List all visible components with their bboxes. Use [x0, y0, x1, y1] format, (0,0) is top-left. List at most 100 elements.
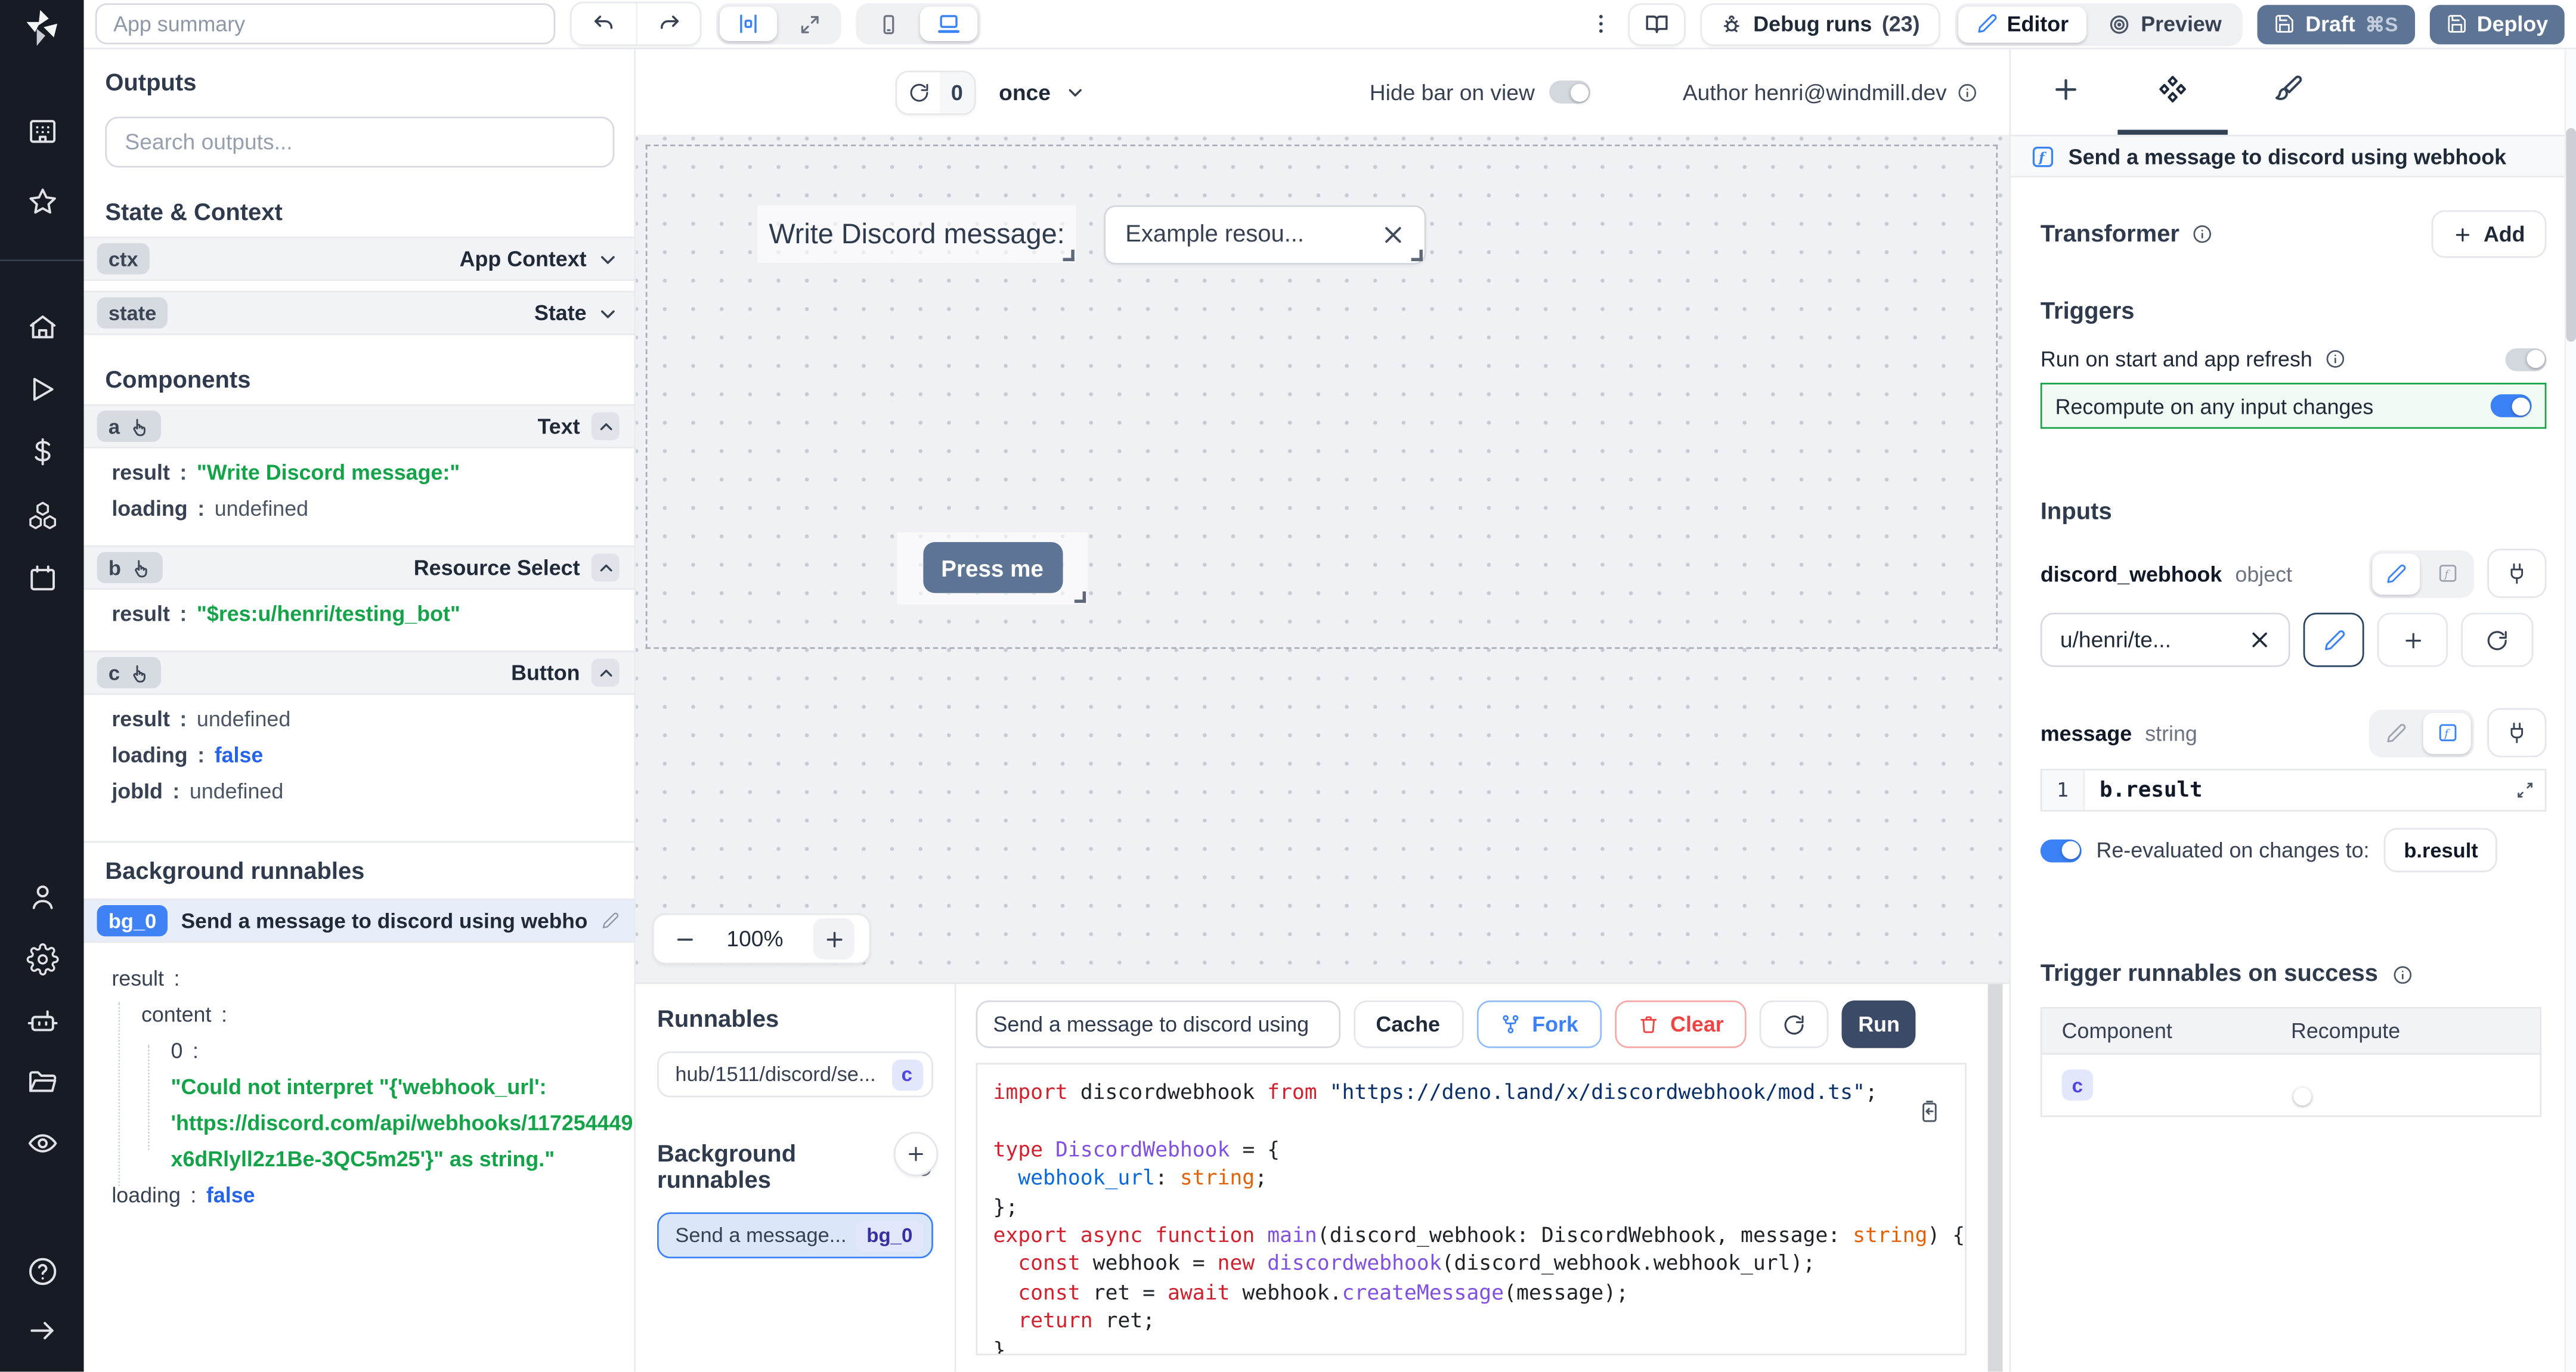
cache-button[interactable]: Cache — [1353, 1001, 1463, 1048]
redo-button[interactable] — [636, 4, 699, 45]
app-summary-input[interactable] — [95, 4, 555, 45]
clear-button[interactable]: Clear — [1614, 1001, 1747, 1048]
zoom-out-icon[interactable] — [674, 927, 697, 950]
expand-editor-button[interactable] — [2507, 772, 2543, 809]
component-row-a[interactable]: aText — [84, 404, 634, 448]
edit-resource-button[interactable] — [2303, 613, 2364, 667]
docs-button[interactable] — [1628, 2, 1686, 45]
info-icon[interactable] — [2391, 964, 2413, 985]
editor-scrollbar[interactable] — [1988, 984, 2003, 1372]
windmill-logo-icon[interactable] — [21, 7, 63, 48]
code-editor[interactable]: import discordwebhook from "https://deno… — [975, 1063, 1967, 1355]
help-icon[interactable] — [26, 1255, 58, 1288]
line-number: 1 — [2042, 770, 2085, 810]
info-icon[interactable] — [2191, 224, 2212, 245]
refresh-resource-button[interactable] — [2461, 613, 2533, 667]
add-label: Add — [2484, 222, 2525, 246]
eval-mode-button[interactable]: f — [2423, 712, 2471, 753]
settings-gear-icon[interactable] — [26, 943, 58, 975]
frequency-dropdown[interactable]: once — [999, 80, 1085, 104]
add-background-runnable-button[interactable] — [893, 1132, 937, 1176]
button-component[interactable]: Press me — [897, 532, 1088, 605]
edit-pencil-icon[interactable] — [601, 912, 619, 930]
styling-brush-tab[interactable] — [2272, 74, 2303, 105]
message-expression-editor[interactable]: 1 b.result — [2041, 769, 2547, 812]
info-icon[interactable] — [2324, 348, 2345, 370]
property-key: loading — [112, 742, 187, 767]
workers-robot-icon[interactable] — [26, 1005, 58, 1038]
collapse-arrow-icon[interactable] — [26, 1314, 58, 1347]
home-icon[interactable] — [26, 311, 58, 343]
collapse-button[interactable] — [592, 553, 620, 581]
runnable-item[interactable]: hub/1511/discord/se... c — [657, 1051, 932, 1097]
refresh-count-button[interactable]: 0 — [896, 70, 976, 114]
static-mode-button[interactable] — [2372, 553, 2420, 594]
tab-preview[interactable]: Preview — [2090, 6, 2240, 42]
resource-select-component[interactable]: Example resou... — [1104, 205, 1426, 264]
hide-bar-toggle[interactable] — [1550, 80, 1591, 104]
clear-resource-icon[interactable] — [2249, 629, 2271, 651]
reload-script-button[interactable] — [1760, 1001, 1829, 1048]
undo-button[interactable] — [572, 4, 636, 45]
reeval-toggle[interactable] — [2041, 838, 2082, 862]
output-row-state[interactable]: stateState — [84, 291, 634, 335]
component-type-label: Text — [538, 414, 580, 438]
window-scrollbar[interactable] — [2565, 49, 2576, 1372]
press-me-button[interactable]: Press me — [922, 542, 1062, 593]
add-transformer-button[interactable]: Add — [2431, 210, 2547, 258]
add-resource-button[interactable] — [2377, 613, 2448, 667]
property-colon: : — [179, 460, 187, 484]
reeval-target-chip[interactable]: b.result — [2384, 828, 2498, 872]
eval-mode-button[interactable]: f — [2423, 553, 2471, 594]
debug-runs-button[interactable]: Debug runs (23) — [1701, 2, 1939, 45]
folders-icon[interactable] — [26, 1066, 58, 1099]
deploy-button[interactable]: Deploy — [2429, 4, 2565, 44]
runs-play-icon[interactable] — [26, 373, 58, 405]
component-settings-tab[interactable] — [2156, 74, 2190, 109]
app-canvas[interactable]: Write Discord message: Example resou... … — [636, 135, 2009, 983]
output-property: 'https://discord.com/api/webhooks/117254… — [112, 1110, 618, 1135]
resources-boxes-icon[interactable] — [26, 500, 58, 532]
tab-editor[interactable]: Editor — [1958, 6, 2086, 42]
script-name-input[interactable] — [975, 1001, 1340, 1048]
insert-component-tab[interactable] — [2050, 74, 2081, 105]
clear-selection-icon[interactable] — [1382, 224, 1405, 247]
resize-handle[interactable] — [1075, 591, 1086, 603]
component-row-b[interactable]: bResource Select — [84, 546, 634, 590]
resource-value-box[interactable]: u/henri/te... — [2041, 613, 2290, 667]
scrollbar-thumb[interactable] — [2565, 128, 2575, 342]
resize-handle[interactable] — [1411, 250, 1423, 261]
center-align-button[interactable] — [720, 7, 777, 41]
text-component[interactable]: Write Discord message: — [757, 205, 1076, 262]
audit-eye-icon[interactable] — [26, 1127, 58, 1160]
connect-plug-button[interactable] — [2487, 549, 2546, 598]
run-on-start-toggle[interactable] — [2506, 348, 2547, 371]
copy-code-icon[interactable] — [1917, 1099, 1942, 1123]
static-mode-button[interactable] — [2372, 712, 2420, 753]
search-outputs-input[interactable] — [105, 117, 614, 168]
desktop-view-button[interactable] — [920, 7, 977, 41]
more-options-button[interactable] — [1587, 11, 1614, 36]
fork-button[interactable]: Fork — [1476, 1001, 1602, 1048]
component-row-c[interactable]: cButton — [84, 651, 634, 695]
fullscreen-button[interactable] — [781, 7, 838, 41]
background-runnable-row[interactable]: bg_0 Send a message to discord using web… — [84, 899, 634, 943]
workspace-icon[interactable] — [26, 115, 58, 148]
connect-plug-button[interactable] — [2487, 708, 2546, 757]
run-button[interactable]: Run — [1842, 1001, 1916, 1048]
favorites-star-icon[interactable] — [26, 185, 58, 218]
output-row-ctx[interactable]: ctxApp Context — [84, 237, 634, 281]
user-icon[interactable] — [26, 881, 58, 913]
collapse-button[interactable] — [592, 659, 620, 687]
mobile-view-button[interactable] — [859, 7, 917, 41]
collapse-button[interactable] — [592, 413, 620, 441]
schedules-calendar-icon[interactable] — [26, 562, 58, 594]
background-runnable-item-selected[interactable]: Send a message... bg_0 — [657, 1212, 932, 1258]
input-mode-group: f — [2369, 709, 2474, 757]
draft-button[interactable]: Draft ⌘S — [2258, 4, 2414, 44]
recompute-toggle[interactable] — [2491, 394, 2532, 417]
resize-handle[interactable] — [1063, 250, 1075, 261]
info-icon[interactable] — [1956, 81, 1978, 103]
variables-dollar-icon[interactable] — [26, 435, 58, 468]
zoom-in-button[interactable] — [813, 918, 854, 959]
